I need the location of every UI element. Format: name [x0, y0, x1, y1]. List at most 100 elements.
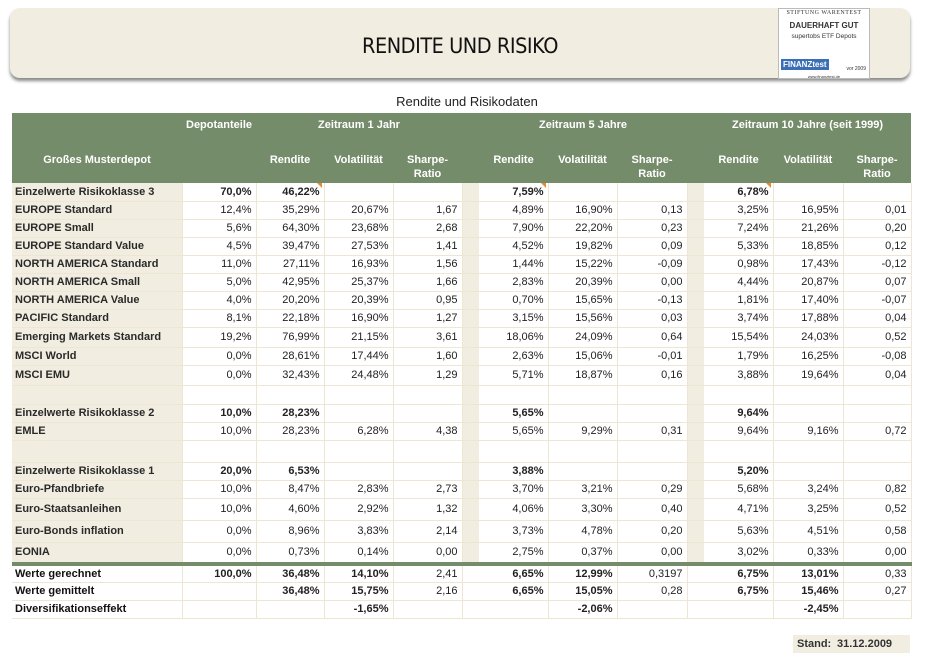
- cell-value: 2,92%: [324, 498, 394, 521]
- cell-value: [773, 385, 844, 405]
- cell-value: [182, 600, 257, 619]
- cell-value: 1,79%: [704, 347, 774, 366]
- cell-value: 4,38: [393, 422, 463, 441]
- logo-org: STIFTUNG WARENTEST: [786, 10, 862, 16]
- cell-value: 0,0%: [182, 542, 257, 565]
- cell-value: 5,6%: [182, 219, 257, 238]
- spacer-row: [12, 385, 912, 405]
- cell-value: 0,98%: [704, 255, 774, 274]
- column-gap: [687, 440, 705, 463]
- cell-value: 20,20%: [256, 291, 325, 310]
- row-label: Werte gemittelt: [12, 582, 183, 601]
- column-gap: [462, 273, 480, 292]
- column-gap: [462, 309, 480, 328]
- cell-value: 1,32: [393, 498, 463, 521]
- column-gap: [462, 201, 480, 220]
- cell-value: 1,67: [393, 201, 463, 220]
- cell-value: 0,00: [617, 273, 688, 292]
- cell-value: -0,12: [843, 255, 912, 274]
- row-label: Euro-Pfandbriefe: [12, 480, 183, 499]
- cell-value: 20,39%: [548, 273, 618, 292]
- cell-value: 15,54%: [704, 327, 774, 348]
- header-sharpe: Sharpe-Ratio: [393, 137, 463, 183]
- header-period-1y: Zeitraum 1 Jahr: [256, 113, 463, 137]
- cell-value: 5,68%: [704, 480, 774, 499]
- cell-value: [617, 385, 688, 405]
- column-gap: [687, 237, 705, 256]
- cell-value: [324, 440, 394, 463]
- logo-year: vor 2009: [846, 66, 866, 72]
- column-gap: [462, 404, 480, 423]
- cell-value: 0,12: [843, 237, 912, 256]
- cell-value: 0,28: [617, 582, 688, 601]
- cell-value: 2,16: [393, 582, 463, 601]
- column-gap: [687, 201, 705, 220]
- header-depotanteile: Depotanteile: [182, 113, 257, 137]
- cell-value: 0,27: [843, 582, 912, 601]
- cell-value: 16,95%: [773, 201, 844, 220]
- stand-date-box: Stand: 31.12.2009: [793, 635, 910, 653]
- cell-value: [393, 600, 463, 619]
- summary-row: Werte gerechnet 100,0% 36,48% 14,10% 2,41 6,6…: [12, 562, 912, 583]
- column-gap: [687, 600, 705, 619]
- cell-value: [548, 440, 618, 463]
- table-row: EONIA 0,0% 0,73% 0,14% 0,00 2,75% 0,37% 0,00 3,0…: [12, 542, 912, 565]
- column-gap: [462, 219, 480, 238]
- column-gap: [687, 462, 705, 481]
- cell-value: 0,07: [843, 273, 912, 292]
- cell-value: [843, 440, 912, 463]
- cell-value: 0,31: [617, 422, 688, 441]
- cell-value: 3,70%: [479, 480, 549, 499]
- column-gap: [462, 255, 480, 274]
- cell-value: 2,63%: [479, 347, 549, 366]
- cell-value: [843, 385, 912, 405]
- cell-value: 19,2%: [182, 327, 257, 348]
- cell-value: [617, 600, 688, 619]
- cell-value: 4,60%: [256, 498, 325, 521]
- table-row: Euro-Pfandbriefe 10,0% 8,47% 2,83% 2,73 3,70%…: [12, 480, 912, 499]
- column-gap: [462, 422, 480, 441]
- cell-value: [479, 600, 549, 619]
- row-label: [12, 440, 183, 463]
- cell-value: 6,75%: [704, 562, 774, 583]
- column-gap: [462, 582, 480, 601]
- column-gap: [462, 327, 480, 348]
- cell-value: 0,13: [617, 201, 688, 220]
- column-gap: [462, 237, 480, 256]
- cell-value: 12,99%: [548, 562, 618, 583]
- row-label: MSCI EMU: [12, 365, 183, 386]
- logo-brand: FINANZtest: [781, 59, 829, 70]
- column-gap: [687, 309, 705, 328]
- cell-value: 9,16%: [773, 422, 844, 441]
- column-gap: [462, 600, 480, 619]
- cell-value: 23,68%: [324, 219, 394, 238]
- cell-value: 4,44%: [704, 273, 774, 292]
- cell-value: 3,25%: [773, 498, 844, 521]
- cell-value: 6,65%: [479, 582, 549, 601]
- spacer-row: [12, 440, 912, 463]
- column-gap: [462, 480, 480, 499]
- cell-value: 15,75%: [324, 582, 394, 601]
- column-gap: [462, 462, 480, 481]
- cell-value: 5,65%: [479, 422, 549, 441]
- cell-value: 5,71%: [479, 365, 549, 386]
- cell-value: 3,24%: [773, 480, 844, 499]
- cell-value: 0,40: [617, 498, 688, 521]
- cell-value: 10,0%: [182, 422, 257, 441]
- column-gap: [462, 520, 480, 543]
- column-gap: [462, 291, 480, 310]
- cell-value: 22,20%: [548, 219, 618, 238]
- cell-value: [393, 183, 463, 202]
- cell-value: 24,48%: [324, 365, 394, 386]
- cell-value: 17,43%: [773, 255, 844, 274]
- cell-value: 1,81%: [704, 291, 774, 310]
- cell-value: 4,78%: [548, 520, 618, 543]
- row-label: EUROPE Small: [12, 219, 183, 238]
- cell-value: 0,95: [393, 291, 463, 310]
- page-title: RENDITE UND RISIKO: [361, 34, 559, 58]
- cell-value: 1,60: [393, 347, 463, 366]
- cell-value: 28,23%: [256, 404, 325, 423]
- cell-value: [479, 440, 549, 463]
- cell-value: [843, 183, 912, 202]
- cell-value: 6,53%: [256, 462, 325, 481]
